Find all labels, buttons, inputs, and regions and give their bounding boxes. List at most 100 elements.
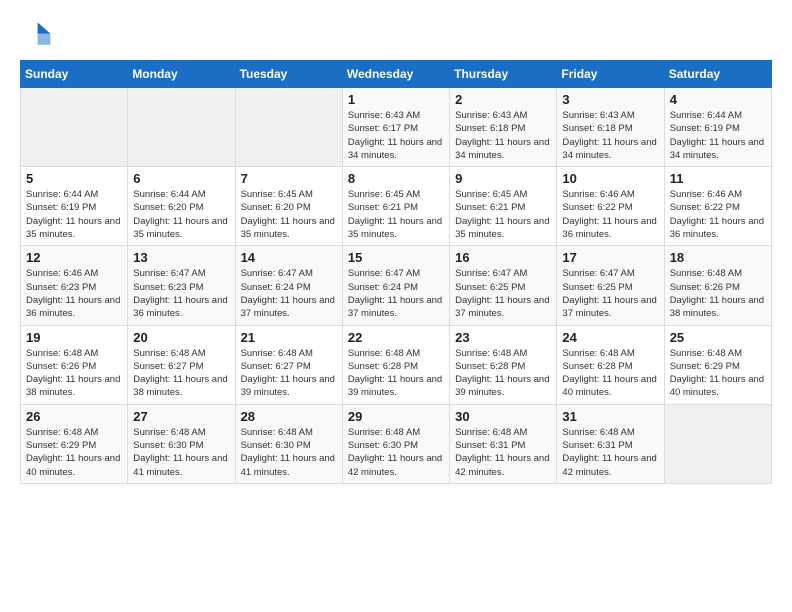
day-number: 28 [241,409,337,424]
calendar-cell [128,88,235,167]
calendar-header-friday: Friday [557,61,664,88]
calendar-week-5: 26Sunrise: 6:48 AM Sunset: 6:29 PM Dayli… [21,404,772,483]
day-info: Sunrise: 6:48 AM Sunset: 6:27 PM Dayligh… [241,347,337,400]
calendar-cell: 4Sunrise: 6:44 AM Sunset: 6:19 PM Daylig… [664,88,771,167]
day-info: Sunrise: 6:48 AM Sunset: 6:30 PM Dayligh… [241,426,337,479]
day-number: 25 [670,330,766,345]
logo-icon [20,16,52,48]
calendar-cell [664,404,771,483]
calendar-cell: 28 Sunrise: 6:48 AM Sunset: 6:30 PM Dayli… [235,404,342,483]
calendar-cell: 1 Sunrise: 6:43 AM Sunset: 6:17 PM Daylig… [342,88,449,167]
day-number: 1 [348,92,444,107]
day-info: Sunrise: 6:46 AM Sunset: 6:23 PM Dayligh… [26,267,122,320]
calendar-header-saturday: Saturday [664,61,771,88]
logo [20,16,56,48]
day-number: 26 [26,409,122,424]
day-number: 24 [562,330,658,345]
day-number: 4 [670,92,766,107]
calendar-cell: 31 Sunrise: 6:48 AM Sunset: 6:31 PM Dayli… [557,404,664,483]
calendar-cell: 22 Sunrise: 6:48 AM Sunset: 6:28 PM Dayli… [342,325,449,404]
calendar-cell: 8 Sunrise: 6:45 AM Sunset: 6:21 PM Daylig… [342,167,449,246]
day-number: 3 [562,92,658,107]
day-info: Sunrise: 6:48 AM Sunset: 6:29 PM Dayligh… [670,347,766,400]
day-info: Sunrise: 6:45 AM Sunset: 6:20 PM Dayligh… [241,188,337,241]
calendar-cell: 7 Sunrise: 6:45 AM Sunset: 6:20 PM Daylig… [235,167,342,246]
day-info: Sunrise: 6:46 AM Sunset: 6:22 PM Dayligh… [562,188,658,241]
day-number: 5 [26,171,122,186]
day-number: 22 [348,330,444,345]
day-number: 11 [670,171,766,186]
day-number: 14 [241,250,337,265]
day-info: Sunrise: 6:48 AM Sunset: 6:31 PM Dayligh… [562,426,658,479]
calendar-cell: 11 Sunrise: 6:46 AM Sunset: 6:22 PM Dayli… [664,167,771,246]
day-info: Sunrise: 6:48 AM Sunset: 6:31 PM Dayligh… [455,426,551,479]
calendar-week-3: 12 Sunrise: 6:46 AM Sunset: 6:23 PM Dayli… [21,246,772,325]
calendar-cell: 14 Sunrise: 6:47 AM Sunset: 6:24 PM Dayli… [235,246,342,325]
calendar-cell: 9 Sunrise: 6:45 AM Sunset: 6:21 PM Daylig… [450,167,557,246]
calendar-cell [21,88,128,167]
day-number: 20 [133,330,229,345]
calendar-cell: 12 Sunrise: 6:46 AM Sunset: 6:23 PM Dayli… [21,246,128,325]
day-info: Sunrise: 6:45 AM Sunset: 6:21 PM Dayligh… [348,188,444,241]
calendar-cell: 29 Sunrise: 6:48 AM Sunset: 6:30 PM Dayli… [342,404,449,483]
day-number: 23 [455,330,551,345]
day-number: 6 [133,171,229,186]
day-info: Sunrise: 6:47 AM Sunset: 6:24 PM Dayligh… [241,267,337,320]
day-info: Sunrise: 6:48 AM Sunset: 6:28 PM Dayligh… [348,347,444,400]
day-info: Sunrise: 6:48 AM Sunset: 6:26 PM Dayligh… [26,347,122,400]
calendar-cell: 19Sunrise: 6:48 AM Sunset: 6:26 PM Dayli… [21,325,128,404]
day-number: 12 [26,250,122,265]
day-info: Sunrise: 6:48 AM Sunset: 6:28 PM Dayligh… [455,347,551,400]
day-number: 7 [241,171,337,186]
day-info: Sunrise: 6:48 AM Sunset: 6:28 PM Dayligh… [562,347,658,400]
calendar-cell: 20 Sunrise: 6:48 AM Sunset: 6:27 PM Dayli… [128,325,235,404]
day-number: 15 [348,250,444,265]
day-number: 10 [562,171,658,186]
calendar-header-thursday: Thursday [450,61,557,88]
calendar-cell: 16 Sunrise: 6:47 AM Sunset: 6:25 PM Dayli… [450,246,557,325]
header [20,16,772,48]
page: SundayMondayTuesdayWednesdayThursdayFrid… [0,0,792,612]
day-number: 21 [241,330,337,345]
day-number: 18 [670,250,766,265]
calendar: SundayMondayTuesdayWednesdayThursdayFrid… [20,60,772,484]
calendar-cell: 21 Sunrise: 6:48 AM Sunset: 6:27 PM Dayli… [235,325,342,404]
day-info: Sunrise: 6:47 AM Sunset: 6:25 PM Dayligh… [562,267,658,320]
calendar-cell: 26Sunrise: 6:48 AM Sunset: 6:29 PM Dayli… [21,404,128,483]
day-info: Sunrise: 6:48 AM Sunset: 6:26 PM Dayligh… [670,267,766,320]
calendar-header-monday: Monday [128,61,235,88]
day-info: Sunrise: 6:45 AM Sunset: 6:21 PM Dayligh… [455,188,551,241]
calendar-cell: 23 Sunrise: 6:48 AM Sunset: 6:28 PM Dayli… [450,325,557,404]
day-info: Sunrise: 6:43 AM Sunset: 6:17 PM Dayligh… [348,109,444,162]
calendar-cell: 25 Sunrise: 6:48 AM Sunset: 6:29 PM Dayli… [664,325,771,404]
calendar-header-tuesday: Tuesday [235,61,342,88]
day-number: 31 [562,409,658,424]
day-number: 8 [348,171,444,186]
calendar-cell: 13 Sunrise: 6:47 AM Sunset: 6:23 PM Dayli… [128,246,235,325]
calendar-cell: 24 Sunrise: 6:48 AM Sunset: 6:28 PM Dayli… [557,325,664,404]
calendar-week-4: 19Sunrise: 6:48 AM Sunset: 6:26 PM Dayli… [21,325,772,404]
calendar-header-sunday: Sunday [21,61,128,88]
day-info: Sunrise: 6:44 AM Sunset: 6:20 PM Dayligh… [133,188,229,241]
calendar-cell: 15Sunrise: 6:47 AM Sunset: 6:24 PM Dayli… [342,246,449,325]
day-info: Sunrise: 6:47 AM Sunset: 6:25 PM Dayligh… [455,267,551,320]
day-info: Sunrise: 6:47 AM Sunset: 6:23 PM Dayligh… [133,267,229,320]
day-number: 9 [455,171,551,186]
day-number: 29 [348,409,444,424]
day-number: 30 [455,409,551,424]
day-number: 27 [133,409,229,424]
day-info: Sunrise: 6:48 AM Sunset: 6:27 PM Dayligh… [133,347,229,400]
calendar-cell [235,88,342,167]
day-info: Sunrise: 6:44 AM Sunset: 6:19 PM Dayligh… [26,188,122,241]
calendar-cell: 10 Sunrise: 6:46 AM Sunset: 6:22 PM Dayli… [557,167,664,246]
day-number: 16 [455,250,551,265]
calendar-week-1: 1 Sunrise: 6:43 AM Sunset: 6:17 PM Daylig… [21,88,772,167]
day-info: Sunrise: 6:43 AM Sunset: 6:18 PM Dayligh… [455,109,551,162]
day-info: Sunrise: 6:48 AM Sunset: 6:30 PM Dayligh… [348,426,444,479]
calendar-cell: 18 Sunrise: 6:48 AM Sunset: 6:26 PM Dayli… [664,246,771,325]
day-number: 2 [455,92,551,107]
day-info: Sunrise: 6:43 AM Sunset: 6:18 PM Dayligh… [562,109,658,162]
day-number: 13 [133,250,229,265]
day-info: Sunrise: 6:46 AM Sunset: 6:22 PM Dayligh… [670,188,766,241]
calendar-cell: 17Sunrise: 6:47 AM Sunset: 6:25 PM Dayli… [557,246,664,325]
